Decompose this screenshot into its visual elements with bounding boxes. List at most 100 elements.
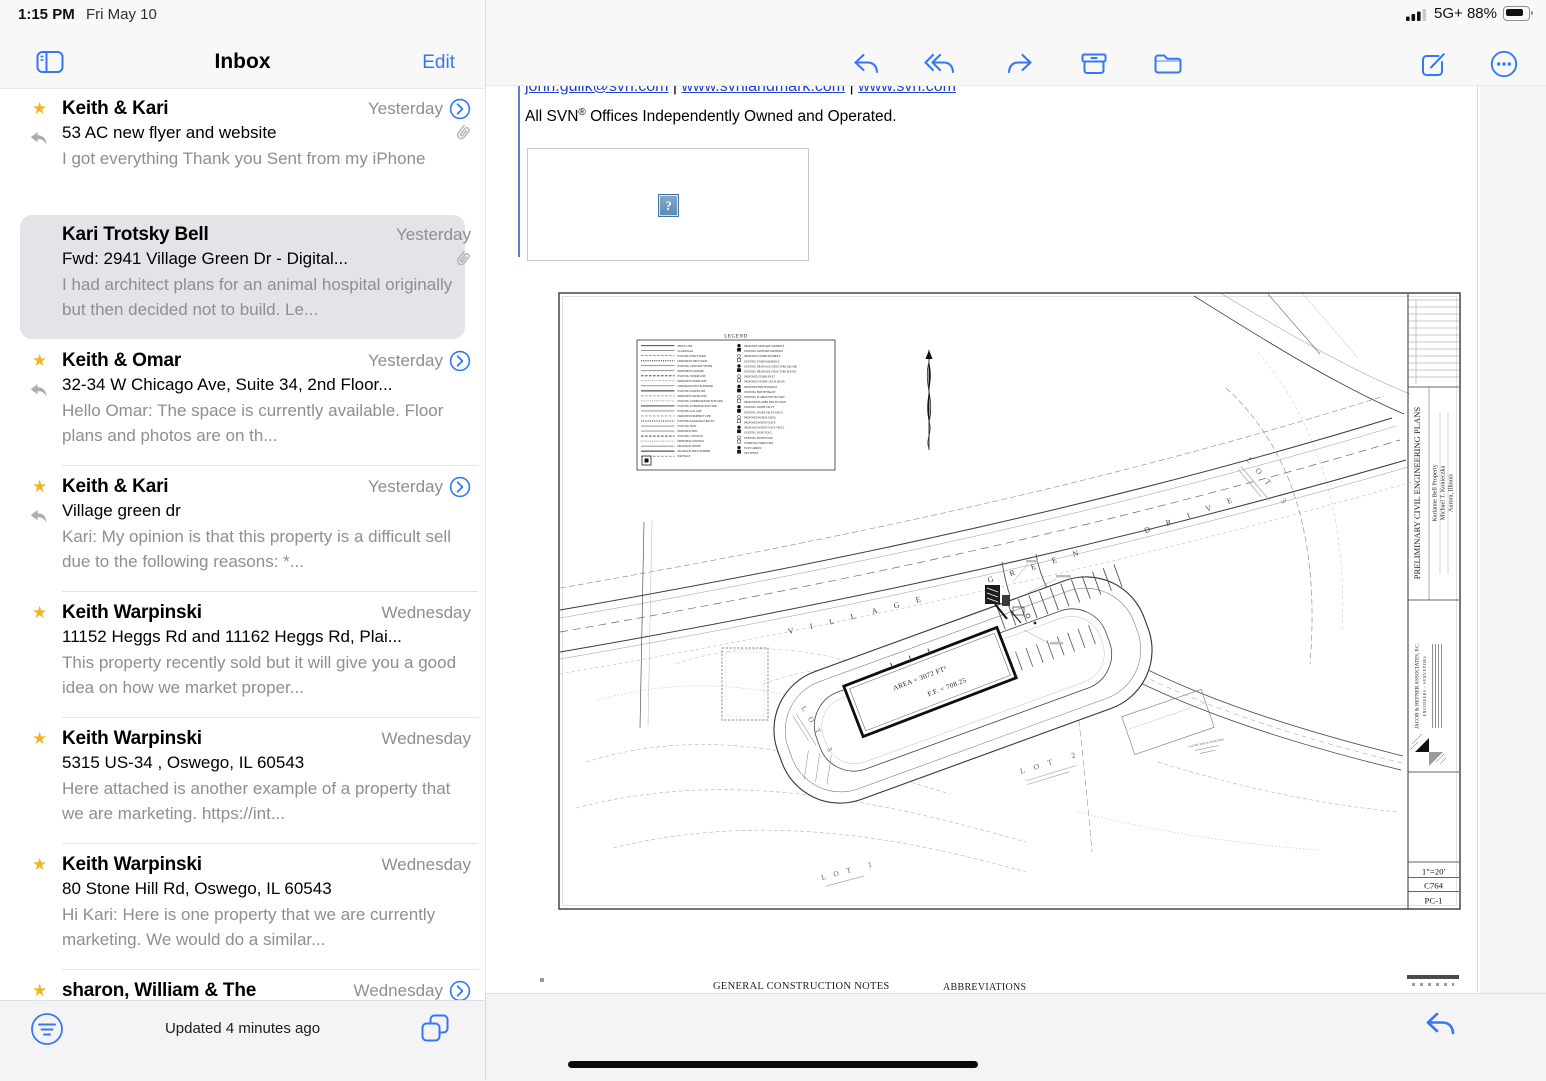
chevron-circle-icon[interactable]	[449, 980, 471, 1000]
email-preview: I got everything Thank you Sent from my …	[62, 146, 471, 171]
email-subject: 11152 Heggs Rd and 11162 Heggs Rd, Plai.…	[62, 627, 471, 647]
compose-icon[interactable]	[1418, 49, 1448, 79]
chevron-circle-icon[interactable]	[449, 476, 471, 498]
signature-links: john.gulik@svn.com | www.svnlandmark.com…	[525, 85, 956, 96]
legend-item: EXISTING RAILROAD TRACKS	[678, 420, 715, 423]
pane-divider	[485, 0, 486, 1080]
legend-item: FENCE LINE	[678, 345, 693, 348]
legend-title: LEGEND	[724, 335, 748, 340]
legend-item: PROPOSED WATER VALVE VAULT	[744, 427, 785, 430]
email-list-item[interactable]: ★ Kari Trotsky Bell Yesterday Fwd: 2941 …	[0, 214, 485, 340]
legend-item: EXISTING CONTOUR	[678, 435, 703, 438]
legend-item: PROPOSED STORM LINE	[678, 380, 708, 383]
email-time: Wednesday	[382, 855, 471, 875]
email-list-item[interactable]: ★ Keith Warpinski Wednesday 5315 US-34 ,…	[0, 718, 485, 844]
status-bar: 1:15 PM Fri May 10 5G+ 88%	[0, 0, 1546, 30]
email-list-item[interactable]: ★ sharon, William & The Wednesday	[0, 970, 485, 1000]
chevron-circle-icon[interactable]	[449, 350, 471, 372]
folder-icon[interactable]	[1153, 51, 1183, 77]
svn-text: All SVN	[525, 108, 578, 125]
site-link-2[interactable]: www.svn.com	[858, 85, 956, 95]
email-time: Wednesday	[382, 603, 471, 623]
broken-image-icon: ?	[658, 194, 679, 217]
email-subject: Village green dr	[62, 501, 471, 521]
firm-sub: ENGINEERS - SURVEYORS	[1423, 656, 1427, 717]
client-name: Karianne Bell Property	[1432, 463, 1439, 521]
site-plan-attachment[interactable]: AREA = 3072 FT² F.F. = 708.25	[558, 292, 1461, 910]
windows-icon[interactable]	[419, 1012, 451, 1044]
reply-action-icon[interactable]	[1423, 1008, 1457, 1040]
email-preview: This property recently sold but it will …	[62, 650, 471, 700]
email-time: Yesterday	[368, 351, 443, 371]
legend-item: PROPOSED WATER VALVE	[744, 422, 776, 425]
next-sheet-bar	[1407, 975, 1459, 979]
email-sender: Keith & Kari	[62, 98, 168, 120]
svn-disclaimer: All SVN® Offices Independently Owned and…	[525, 107, 897, 126]
date: Fri May 10	[86, 6, 157, 23]
replied-icon	[30, 383, 48, 398]
message-body: john.gulik@svn.com | www.svnlandmark.com…	[485, 85, 1480, 993]
registered-mark: ®	[578, 107, 585, 118]
email-sender: sharon, William & The	[62, 980, 256, 1000]
star-icon: ★	[32, 856, 47, 873]
missing-image-placeholder[interactable]: ?	[527, 148, 809, 261]
link-divider: |	[668, 85, 681, 95]
more-icon[interactable]	[1489, 49, 1519, 79]
legend-item: PROPOSED SANITARY MANHOLE	[744, 345, 785, 348]
star-icon: ★	[32, 100, 47, 117]
email-subject: 80 Stone Hill Rd, Oswego, IL 60543	[62, 879, 471, 899]
email-preview: Here attached is another example of a pr…	[62, 776, 471, 826]
signal-icon	[1406, 7, 1428, 21]
email-list-item[interactable]: ★ Keith & Omar Yesterday 32-34 W Chicago…	[0, 340, 485, 466]
email-subject: 53 AC new flyer and website	[62, 123, 449, 143]
email-time: Wednesday	[354, 981, 443, 1000]
abbreviations-heading: ABBREVIATIONS	[943, 982, 1026, 993]
plan-title: PRELIMINARY CIVIL ENGINEERING PLANS	[1412, 407, 1422, 580]
home-indicator[interactable]	[568, 1061, 978, 1068]
svn-text: Offices Independently Owned and Operated…	[586, 108, 897, 125]
email-list-item[interactable]: ★ Keith Warpinski Wednesday 11152 Heggs …	[0, 592, 485, 718]
firm-name: JACOB & HEFNER ASSOCIATES, P.C.	[1415, 643, 1421, 729]
legend-item: PROPOSED CONTOUR	[678, 440, 705, 443]
reply-icon[interactable]	[851, 49, 881, 79]
legend-item: UNDERGROUND TELEPHONE	[678, 385, 714, 388]
email-list-item[interactable]: ★ Keith Warpinski Wednesday 80 Stone Hil…	[0, 844, 485, 970]
legend-item: EXISTING LIGHT POLE	[744, 432, 772, 435]
legend-item: EXISTING WATER VALVE	[744, 406, 774, 409]
client-city: Aurora, Illinois	[1448, 473, 1455, 512]
email-list-item[interactable]: ★ Keith & Kari Yesterday Village green d…	[0, 466, 485, 592]
email-preview: Hello Omar: The space is currently avail…	[62, 398, 471, 448]
email-link[interactable]: john.gulik@svn.com	[525, 85, 668, 95]
site-link-1[interactable]: www.svnlandmark.com	[681, 85, 845, 95]
legend-item: EXISTING STORM MANHOLE	[744, 360, 780, 363]
legend-item: PROPOSED SANITARY	[678, 370, 705, 373]
reply-all-icon[interactable]	[923, 49, 957, 79]
forward-icon[interactable]	[1005, 49, 1035, 79]
mailbox-pane: Inbox Edit ★ Keith & Kari Yesterday 53 A…	[0, 0, 485, 1080]
legend-item: PROPOSED WATER LINE	[678, 395, 707, 398]
chevron-circle-icon[interactable]	[449, 98, 471, 120]
email-subject: 5315 US-34 , Oswego, IL 60543	[62, 753, 471, 773]
message-pane: john.gulik@svn.com | www.svnlandmark.com…	[485, 0, 1546, 1080]
ipad-mail-screen: Inbox Edit ★ Keith & Kari Yesterday 53 A…	[0, 0, 1546, 1080]
legend-item: EXISTING FLARED END SECTION	[744, 396, 784, 399]
legend-item: EXISTING SANITARY MANHOLE	[744, 350, 783, 353]
email-time: Wednesday	[382, 729, 471, 749]
client-contact: Michael T. Konieczka	[1440, 465, 1447, 520]
content-edge-line	[1477, 85, 1478, 993]
edit-button[interactable]: Edit	[422, 52, 455, 74]
email-sender: Keith Warpinski	[62, 602, 202, 624]
legend-item: EXISTING STORM LINE	[678, 375, 706, 378]
email-list-item[interactable]: ★ Keith & Kari Yesterday 53 AC new flyer…	[0, 88, 485, 214]
legend-item: HAY BALE	[678, 455, 691, 458]
plan-scale: 1"=20'	[1422, 867, 1446, 877]
legend-item: PROPOSED STORM CATCH BASIN	[744, 381, 785, 384]
updated-status: Updated 4 minutes ago	[0, 1020, 485, 1037]
archive-icon[interactable]	[1079, 50, 1109, 78]
paperclip-icon	[453, 249, 471, 269]
legend-item: SILT FENCE	[744, 452, 758, 455]
legend-item: PROPOSED SPOT	[678, 430, 699, 433]
legend-item: PROPOSED PROPERTY LINE	[678, 415, 712, 418]
email-subject: Fwd: 2941 Village Green Dr - Digital...	[62, 249, 449, 269]
legend-item: PROPOSED FLARED END SECTION	[744, 401, 786, 404]
